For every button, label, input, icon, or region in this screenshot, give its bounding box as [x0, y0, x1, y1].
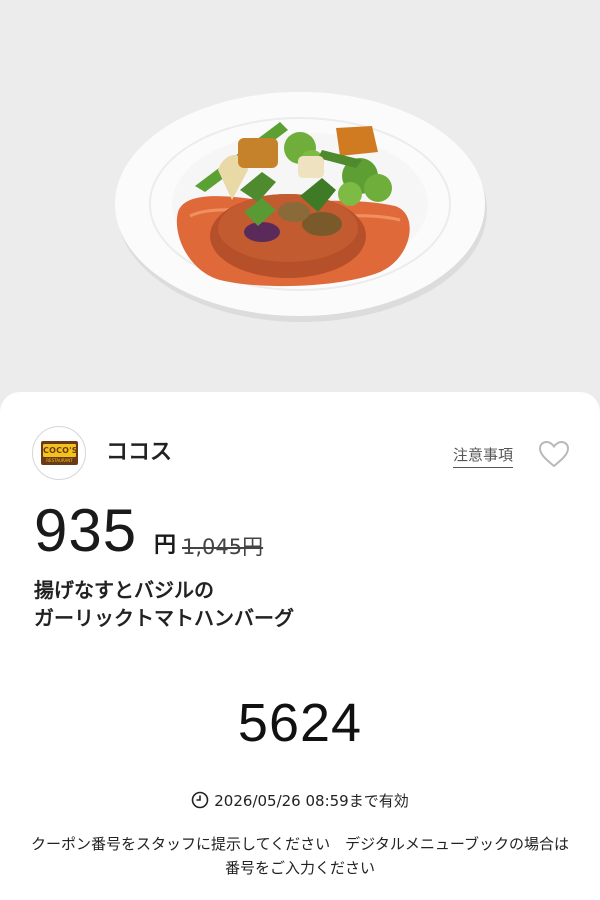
hamburg-steak-plate-image — [0, 0, 600, 420]
heart-icon[interactable] — [538, 440, 570, 468]
food-photo — [0, 0, 600, 420]
brand-name: ココス — [106, 440, 173, 465]
expiry-text: 2026/05/26 08:59まで有効 — [214, 792, 409, 810]
expiry-row: 2026/05/26 08:59まで有効 — [0, 790, 600, 812]
logo-badge: COCO'S RESTAURANT — [41, 441, 78, 465]
coupon-code: 5624 — [237, 693, 363, 753]
clock-icon — [191, 791, 209, 809]
brand-logo: COCO'S RESTAURANT — [32, 426, 86, 480]
original-price: 1,045円 — [182, 535, 264, 559]
logo-text: COCO'S — [43, 444, 78, 457]
notes-link[interactable]: 注意事項 — [453, 445, 514, 468]
title-line-1: 揚げなすとバジルの — [34, 578, 214, 602]
sale-price: 935 — [34, 497, 138, 564]
title-line-2: ガーリックトマトハンバーグ — [34, 606, 294, 630]
coupon-instructions: クーポン番号をスタッフに提示してください デジタルメニューブックの場合は番号をご… — [31, 835, 569, 877]
menu-item-title: 揚げなすとバジルの ガーリックトマトハンバーグ — [34, 576, 294, 632]
coupon-card: COCO'S RESTAURANT ココス 注意事項 935 円 1,045円 … — [0, 392, 600, 900]
logo-subtext: RESTAURANT — [46, 458, 73, 463]
currency-label: 円 — [154, 533, 177, 558]
